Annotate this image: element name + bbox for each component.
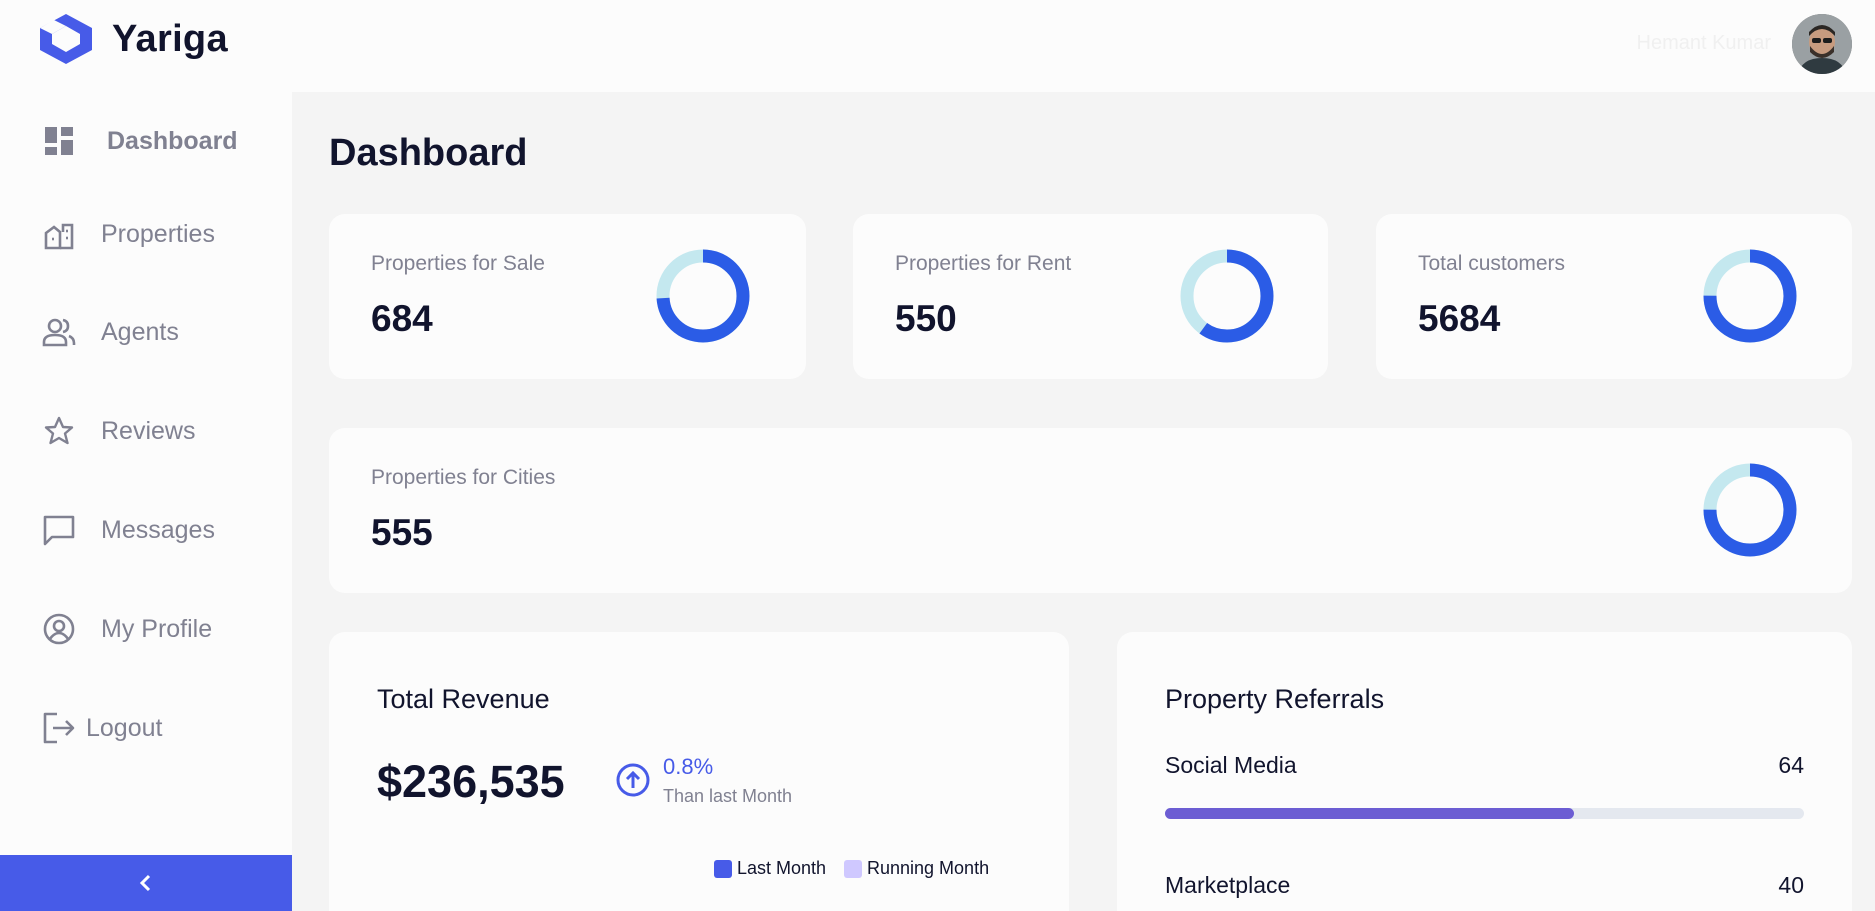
top-header: Yariga Hemant Kumar bbox=[0, 0, 1875, 92]
app-logo[interactable]: Yariga bbox=[36, 12, 228, 66]
sidebar-item-label: Reviews bbox=[101, 416, 196, 445]
sidebar-item-agents[interactable]: Agents bbox=[0, 302, 292, 362]
avatar-image bbox=[1792, 14, 1852, 74]
star-icon bbox=[42, 414, 76, 448]
revenue-title: Total Revenue bbox=[377, 684, 550, 714]
main-content: Dashboard Properties for Sale 684 Proper… bbox=[292, 92, 1875, 911]
avatar[interactable] bbox=[1792, 14, 1852, 74]
legend-label: Last Month bbox=[737, 858, 827, 878]
legend-last-month: Last Month bbox=[714, 858, 826, 879]
app-name: Yariga bbox=[112, 17, 228, 60]
chevron-left-icon bbox=[139, 874, 151, 892]
stat-label: Properties for Rent bbox=[895, 252, 1072, 275]
revenue-value: $236,535 bbox=[377, 756, 565, 807]
sidebar-item-reviews[interactable]: Reviews bbox=[0, 401, 292, 461]
sidebar-item-label: Dashboard bbox=[107, 126, 238, 155]
sidebar: Dashboard Properties Agents Reviews Mess… bbox=[0, 92, 292, 911]
revenue-change: 0.8% bbox=[663, 754, 714, 779]
sidebar-item-label: Messages bbox=[101, 515, 215, 544]
referral-progress-fill bbox=[1165, 808, 1574, 819]
properties-icon bbox=[42, 217, 76, 251]
sidebar-item-label: Properties bbox=[101, 219, 215, 248]
dashboard-icon bbox=[42, 124, 76, 158]
message-icon bbox=[42, 513, 76, 547]
sidebar-item-label: Agents bbox=[101, 317, 179, 346]
page-title: Dashboard bbox=[329, 132, 528, 174]
yariga-logo-icon bbox=[40, 14, 92, 64]
stat-value: 555 bbox=[371, 512, 433, 553]
user-name: Hemant Kumar bbox=[1636, 32, 1772, 54]
referral-name: Social Media bbox=[1165, 752, 1297, 778]
sidebar-item-properties[interactable]: Properties bbox=[0, 204, 292, 264]
stat-donut-chart bbox=[1180, 249, 1274, 343]
referral-row-social-media: Social Media 64 bbox=[1165, 752, 1804, 832]
sidebar-item-dashboard[interactable]: Dashboard bbox=[0, 111, 292, 171]
revenue-card: Total Revenue $236,535 0.8% Than last Mo… bbox=[329, 632, 1069, 911]
stat-value: 684 bbox=[371, 298, 433, 339]
legend-running-month: Running Month bbox=[844, 858, 989, 879]
referrals-title: Property Referrals bbox=[1165, 684, 1385, 714]
referral-name: Marketplace bbox=[1165, 872, 1291, 898]
legend-label: Running Month bbox=[867, 858, 990, 878]
sidebar-item-messages[interactable]: Messages bbox=[0, 500, 292, 560]
sidebar-collapse-button[interactable] bbox=[0, 855, 292, 911]
agents-icon bbox=[42, 315, 76, 349]
stat-label: Properties for Sale bbox=[371, 252, 545, 275]
stat-donut-chart bbox=[656, 249, 750, 343]
sidebar-item-label: Logout bbox=[86, 713, 163, 742]
sidebar-item-my-profile[interactable]: My Profile bbox=[0, 599, 292, 659]
stat-donut-chart bbox=[1703, 463, 1797, 557]
arrow-up-circle-icon bbox=[616, 763, 650, 797]
referral-value: 64 bbox=[1778, 752, 1804, 778]
legend-swatch bbox=[844, 859, 862, 878]
stat-card-rent: Properties for Rent 550 bbox=[853, 214, 1328, 379]
stat-card-sale: Properties for Sale 684 bbox=[329, 214, 806, 379]
stat-value: 5684 bbox=[1418, 298, 1501, 339]
stat-card-cities: Properties for Cities 555 bbox=[329, 428, 1852, 593]
referrals-card: Property Referrals Social Media 64 Marke… bbox=[1117, 632, 1852, 911]
revenue-change-label: Than last Month bbox=[663, 786, 793, 806]
stat-value: 550 bbox=[895, 298, 957, 339]
referral-row-marketplace: Marketplace 40 bbox=[1165, 872, 1804, 911]
stat-donut-chart bbox=[1703, 249, 1797, 343]
stat-card-customers: Total customers 5684 bbox=[1376, 214, 1852, 379]
sidebar-item-logout[interactable]: Logout bbox=[0, 698, 292, 758]
sidebar-item-label: My Profile bbox=[101, 614, 213, 643]
referral-progress-track bbox=[1165, 808, 1804, 819]
logout-icon bbox=[42, 711, 76, 745]
profile-icon bbox=[42, 612, 76, 646]
stat-label: Properties for Cities bbox=[371, 466, 556, 489]
referral-value: 40 bbox=[1778, 872, 1804, 898]
legend-swatch bbox=[714, 859, 732, 878]
stat-label: Total customers bbox=[1418, 252, 1566, 275]
